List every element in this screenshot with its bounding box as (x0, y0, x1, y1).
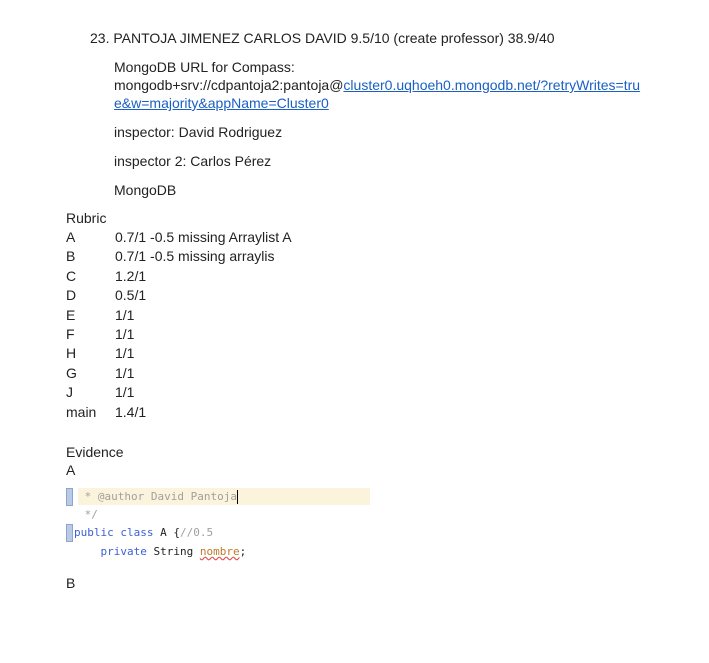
rubric-value: 1/1 (115, 384, 135, 401)
rubric-key: main (66, 403, 97, 420)
entry-heading: 23. PANTOJA JIMENEZ CARLOS DAVID 9.5/10 … (90, 30, 555, 46)
rubric-row: F 1/1 (66, 325, 134, 344)
rubric-row: C 1.2/1 (66, 267, 146, 286)
inspector-line: inspector: David Rodriguez (114, 124, 283, 140)
mongo-url-link-continued[interactable]: e&w=majority&appName=Cluster0 (114, 95, 329, 111)
rubric-value: 0.7/1 -0.5 missing Arraylist A (115, 229, 292, 245)
evidence-title: Evidence (66, 444, 124, 460)
evidence-section-a-label: A (66, 462, 76, 478)
database-line: MongoDB (114, 182, 177, 198)
code-line-comment-end: */ (78, 508, 98, 521)
evidence-section-b-label: B (66, 575, 76, 591)
rubric-row: G 1/1 (66, 364, 134, 383)
code-screenshot: * @author David Pantoja */ public class … (66, 487, 370, 565)
mongo-url-link[interactable]: cluster0.uqhoeh0.mongodb.net/?retryWrite… (343, 77, 640, 93)
rubric-key: C (66, 267, 77, 284)
rubric-key: D (66, 287, 77, 304)
rubric-value: 1/1 (115, 364, 135, 381)
rubric-row: A 0.7/1 -0.5 missing Arraylist A (66, 228, 292, 247)
mongo-url-line-2: e&w=majority&appName=Cluster0 (114, 94, 329, 112)
rubric-row: H 1/1 (66, 344, 134, 363)
code-line-field: private String nombre; (74, 545, 247, 558)
rubric-value: 1/1 (115, 306, 135, 323)
gutter-marker (66, 524, 73, 542)
rubric-key: G (66, 364, 77, 381)
rubric-value: 1/1 (115, 345, 135, 362)
code-line-class: public class A {//0.5 (74, 526, 214, 539)
rubric-row: main 1.4/1 (66, 403, 146, 422)
rubric-key: E (66, 306, 76, 323)
mongo-url-prefix: mongodb+srv://cdpantoja2:pantoja@ (114, 77, 344, 93)
rubric-key: J (66, 384, 73, 401)
rubric-value: 0.7/1 -0.5 missing arraylis (115, 248, 275, 265)
rubric-value: 1/1 (115, 326, 135, 342)
code-line-author: * @author David Pantoja (78, 488, 238, 506)
rubric-row: B 0.7/1 -0.5 missing arraylis (66, 247, 275, 266)
rubric-key: B (66, 248, 76, 265)
rubric-value: 0.5/1 (115, 287, 147, 304)
rubric-key: F (66, 326, 75, 342)
gutter-marker (66, 488, 73, 506)
inspector-2-line: inspector 2: Carlos Pérez (114, 153, 272, 169)
rubric-row: J 1/1 (66, 383, 134, 402)
mongo-url-label: MongoDB URL for Compass: (114, 59, 295, 75)
text-cursor (236, 490, 238, 504)
mongo-url-line-1: mongodb+srv://cdpantoja2:pantoja@cluster… (114, 76, 640, 94)
document-page: 23. PANTOJA JIMENEZ CARLOS DAVID 9.5/10 … (0, 0, 709, 663)
rubric-value: 1.4/1 (115, 403, 147, 420)
rubric-key: H (66, 345, 77, 362)
rubric-key: A (66, 229, 76, 245)
rubric-row: E 1/1 (66, 306, 134, 325)
author-comment: * @author David Pantoja (78, 490, 237, 503)
rubric-title: Rubric (66, 210, 107, 226)
rubric-value: 1.2/1 (115, 267, 147, 284)
rubric-row: D 0.5/1 (66, 286, 146, 305)
